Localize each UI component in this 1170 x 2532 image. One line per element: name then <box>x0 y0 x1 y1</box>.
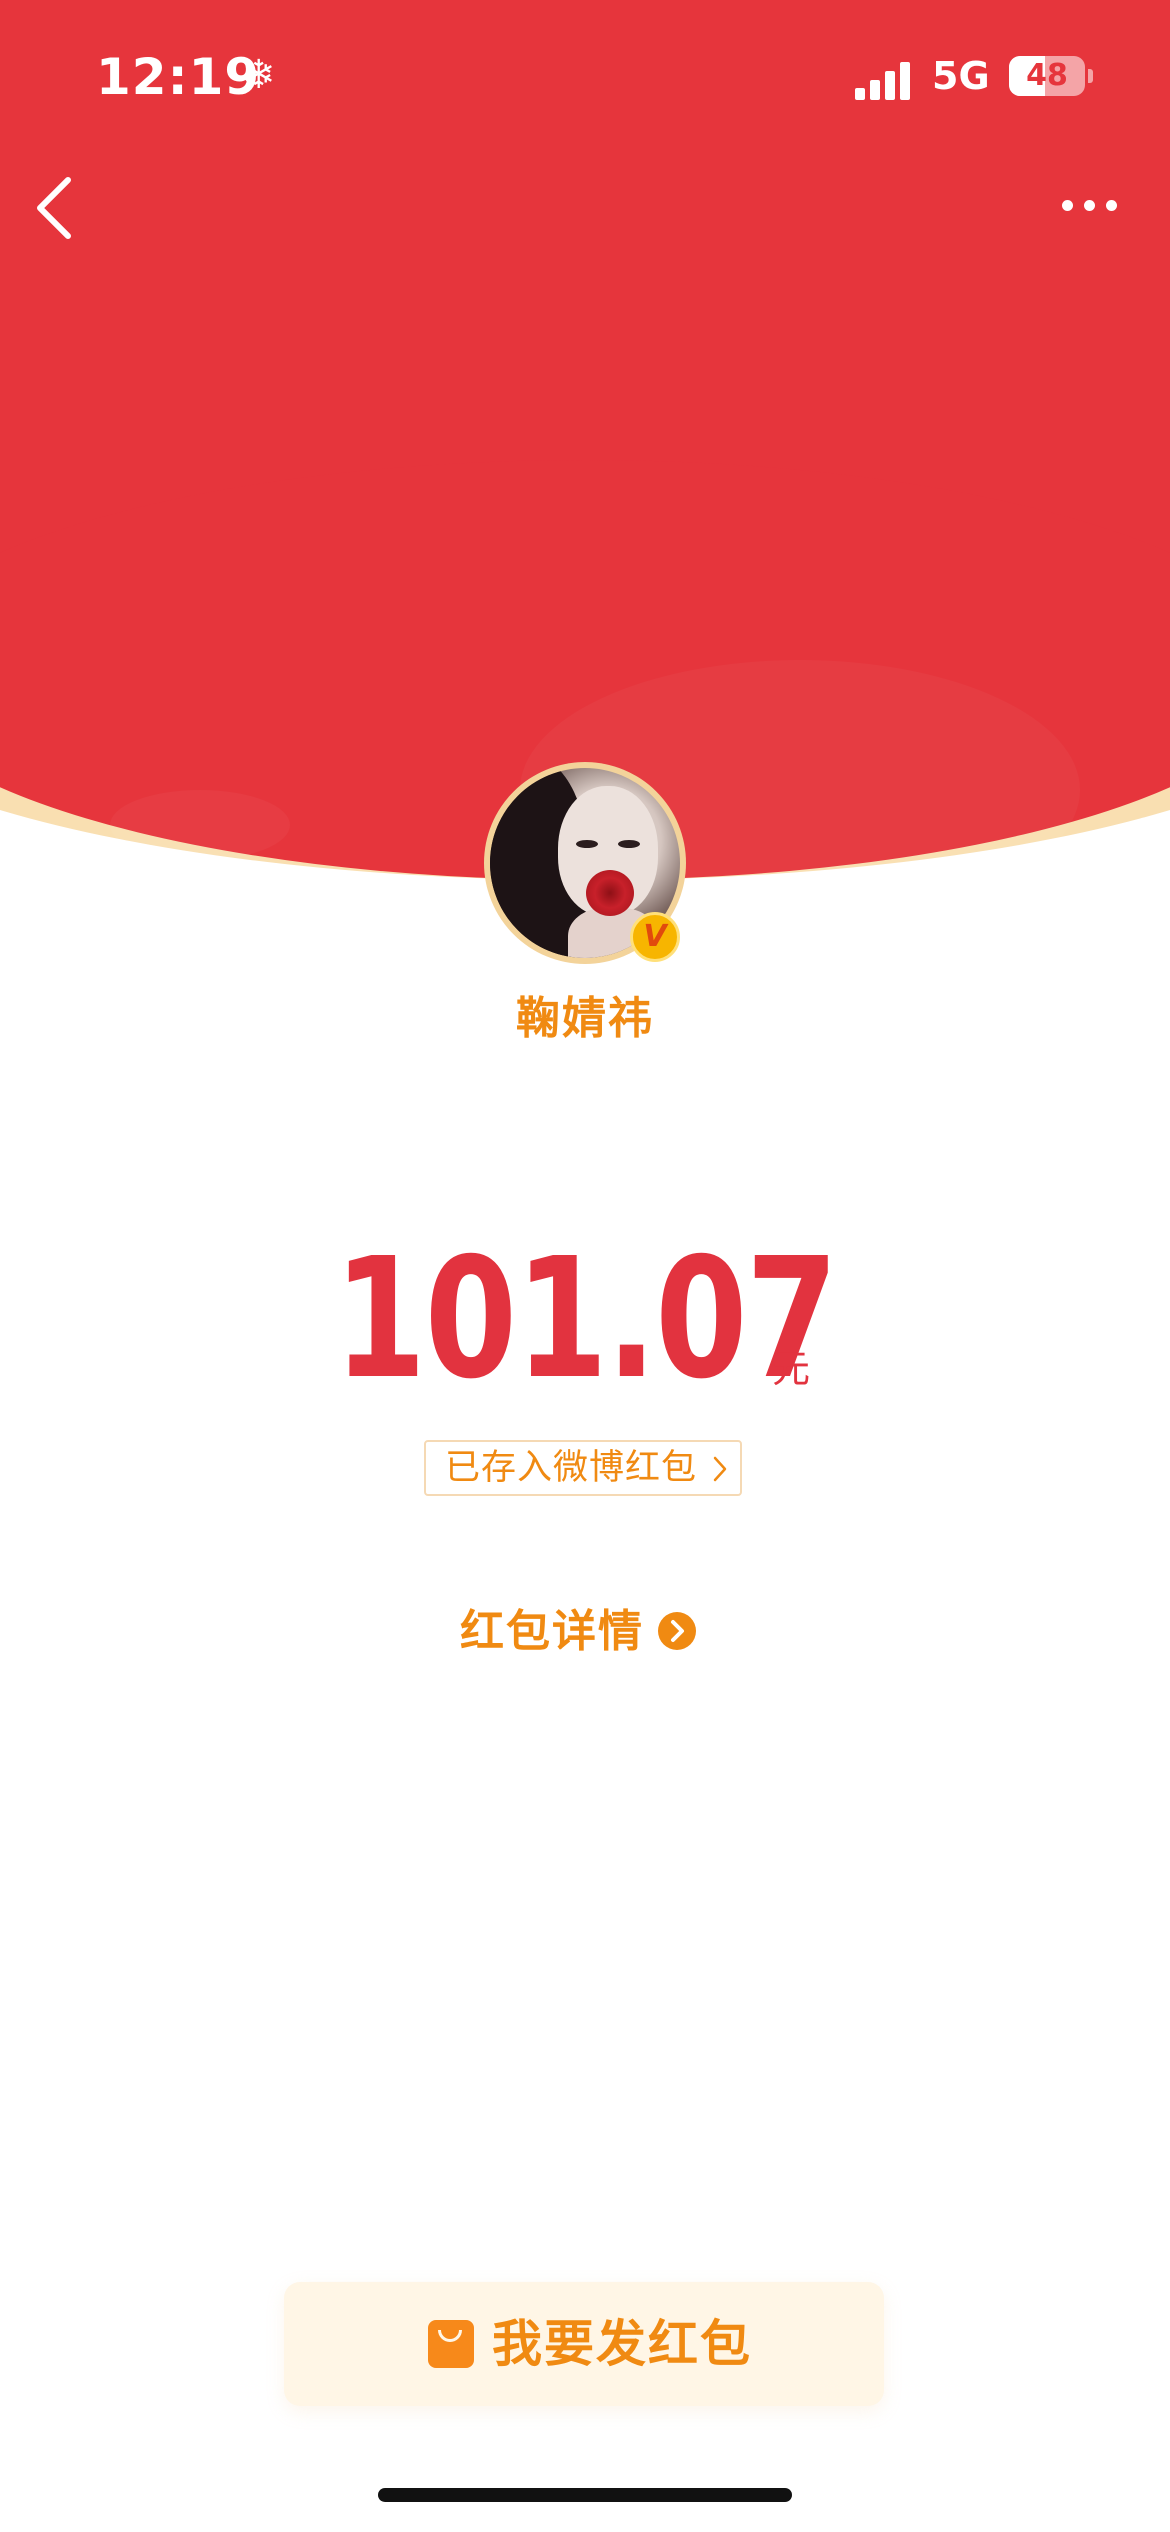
snowflake-icon: ❄ <box>242 52 276 98</box>
amount-row: 101.07 元 <box>0 1230 1170 1410</box>
more-horizontal-icon <box>1106 200 1117 211</box>
details-link-label: 红包详情 <box>460 1606 644 1657</box>
home-indicator[interactable] <box>378 2488 792 2502</box>
red-envelope-header <box>0 0 1170 880</box>
deposit-link[interactable]: 已存入微博红包 <box>424 1440 742 1496</box>
more-horizontal-icon <box>1062 200 1073 211</box>
amount-value: 101.07 <box>333 1223 838 1416</box>
sender-name[interactable]: 鞠婧祎 <box>0 982 1170 1046</box>
back-button[interactable] <box>28 168 98 248</box>
amount-unit: 元 <box>772 1347 811 1391</box>
status-time: 12:19 <box>96 48 261 106</box>
battery-icon: 48 <box>1009 56 1085 96</box>
rose-icon <box>586 870 634 916</box>
battery-level: 48 <box>1026 58 1068 93</box>
chevron-right-icon <box>713 1456 727 1482</box>
verified-v-icon: V <box>630 912 680 962</box>
red-packet-icon <box>428 2320 474 2368</box>
arrow-right-circle-icon <box>658 1612 696 1650</box>
send-red-packet-button[interactable]: 我要发红包 <box>284 2282 884 2406</box>
chevron-left-icon <box>37 177 71 239</box>
network-type: 5G <box>932 54 990 98</box>
battery-tip <box>1088 69 1093 83</box>
more-button[interactable] <box>1050 180 1130 230</box>
details-link[interactable]: 红包详情 <box>460 1600 720 1664</box>
status-bar: 12:19 ❄ 5G <box>0 40 1170 120</box>
more-horizontal-icon <box>1084 200 1095 211</box>
envelope-decoration <box>110 790 290 860</box>
signal-strength-icon <box>855 60 915 100</box>
send-button-label: 我要发红包 <box>492 2315 752 2373</box>
deposit-link-label: 已存入微博红包 <box>444 1448 697 1488</box>
